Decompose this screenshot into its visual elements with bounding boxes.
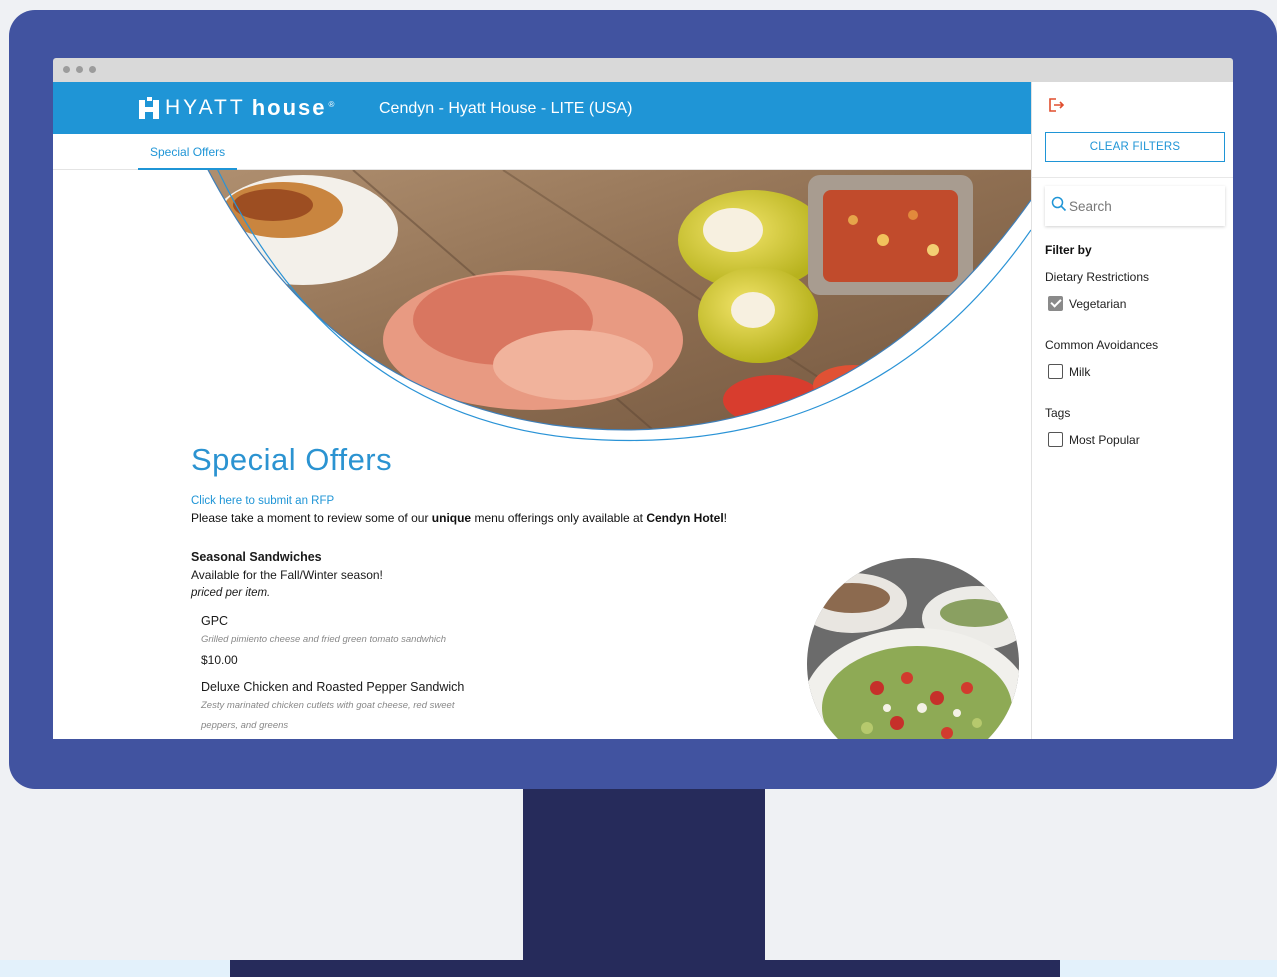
checkbox-icon[interactable] [1048, 432, 1063, 447]
filter-group-title: Tags [1045, 406, 1071, 420]
filter-option-vegetarian[interactable]: Vegetarian [1048, 296, 1126, 311]
menu-item-description: Zesty marinated chicken cutlets with goa… [201, 700, 455, 731]
sidebar-divider [1032, 177, 1233, 178]
clear-filters-button[interactable]: CLEAR FILTERS [1045, 132, 1225, 162]
checkbox-icon[interactable] [1048, 364, 1063, 379]
logo-hyatt-text: HYATT [165, 96, 246, 119]
nav-bar: Special Offers [53, 134, 1031, 170]
intro-emphasis-unique: unique [431, 511, 472, 525]
main-panel: HYATT house ® Cendyn - Hyatt House - LIT… [53, 82, 1031, 739]
browser-viewport: HYATT house ® Cendyn - Hyatt House - LIT… [53, 82, 1233, 739]
submit-rfp-link[interactable]: Click here to submit an RFP [191, 495, 811, 507]
tab-special-offers[interactable]: Special Offers [138, 134, 238, 170]
main-content: Special Offers Click here to submit an R… [191, 442, 811, 736]
intro-before: Please take a moment to review some of o… [191, 511, 432, 525]
logout-icon[interactable] [1047, 96, 1067, 116]
menu-item[interactable]: Deluxe Chicken and Roasted Pepper Sandwi… [201, 680, 811, 736]
filter-option-label: Vegetarian [1069, 296, 1127, 311]
menu-item-price: $10.00 [201, 653, 238, 667]
section-pricing-note: priced per item. [191, 587, 271, 599]
search-input[interactable] [1069, 198, 1209, 214]
salad-bowl-image [807, 558, 1019, 739]
section-title: Seasonal Sandwiches [191, 550, 322, 564]
checkbox-checked-icon[interactable] [1048, 296, 1063, 311]
intro-text: Please take a moment to review some of o… [191, 511, 811, 525]
filter-sidebar: CLEAR FILTERS Filter by Dietary Restrict… [1031, 82, 1233, 739]
window-dot-icon [76, 66, 83, 73]
logo-house-text: house [251, 95, 327, 120]
window-dot-icon [89, 66, 96, 73]
monitor-stand-neck [523, 786, 765, 964]
intro-after: ! [723, 511, 728, 525]
filter-by-heading: Filter by [1045, 243, 1092, 257]
filter-group-title: Dietary Restrictions [1045, 270, 1150, 284]
search-box[interactable] [1045, 186, 1225, 226]
filter-group-title: Common Avoidances [1045, 338, 1159, 352]
filter-option-label: Most Popular [1069, 432, 1140, 447]
hyatt-h-mark-icon [139, 97, 161, 119]
page-title: Special Offers [191, 442, 393, 477]
site-title: Cendyn - Hyatt House - LITE (USA) [379, 100, 633, 117]
hero-food-image [53, 159, 1031, 470]
window-dot-icon [63, 66, 70, 73]
menu-item[interactable]: GPC Grilled pimiento cheese and fried gr… [201, 614, 811, 667]
hyatt-house-logo[interactable]: HYATT house ® [139, 95, 334, 121]
menu-item-name: Deluxe Chicken and Roasted Pepper Sandwi… [201, 680, 465, 694]
menu-item-description: Grilled pimiento cheese and fried green … [201, 634, 447, 645]
menu-item-name: GPC [201, 614, 229, 628]
filter-option-milk[interactable]: Milk [1048, 364, 1090, 379]
filter-option-most-popular[interactable]: Most Popular [1048, 432, 1140, 447]
logo-registered-mark: ® [328, 99, 335, 109]
header-bar: HYATT house ® Cendyn - Hyatt House - LIT… [53, 82, 1031, 134]
browser-chrome [53, 58, 1233, 82]
intro-emphasis-hotel: Cendyn Hotel [646, 511, 724, 525]
section-subtitle: Available for the Fall/Winter season! [191, 568, 383, 582]
intro-middle: menu offerings only available at [471, 511, 647, 525]
search-icon [1051, 196, 1067, 217]
filter-option-label: Milk [1069, 364, 1091, 379]
